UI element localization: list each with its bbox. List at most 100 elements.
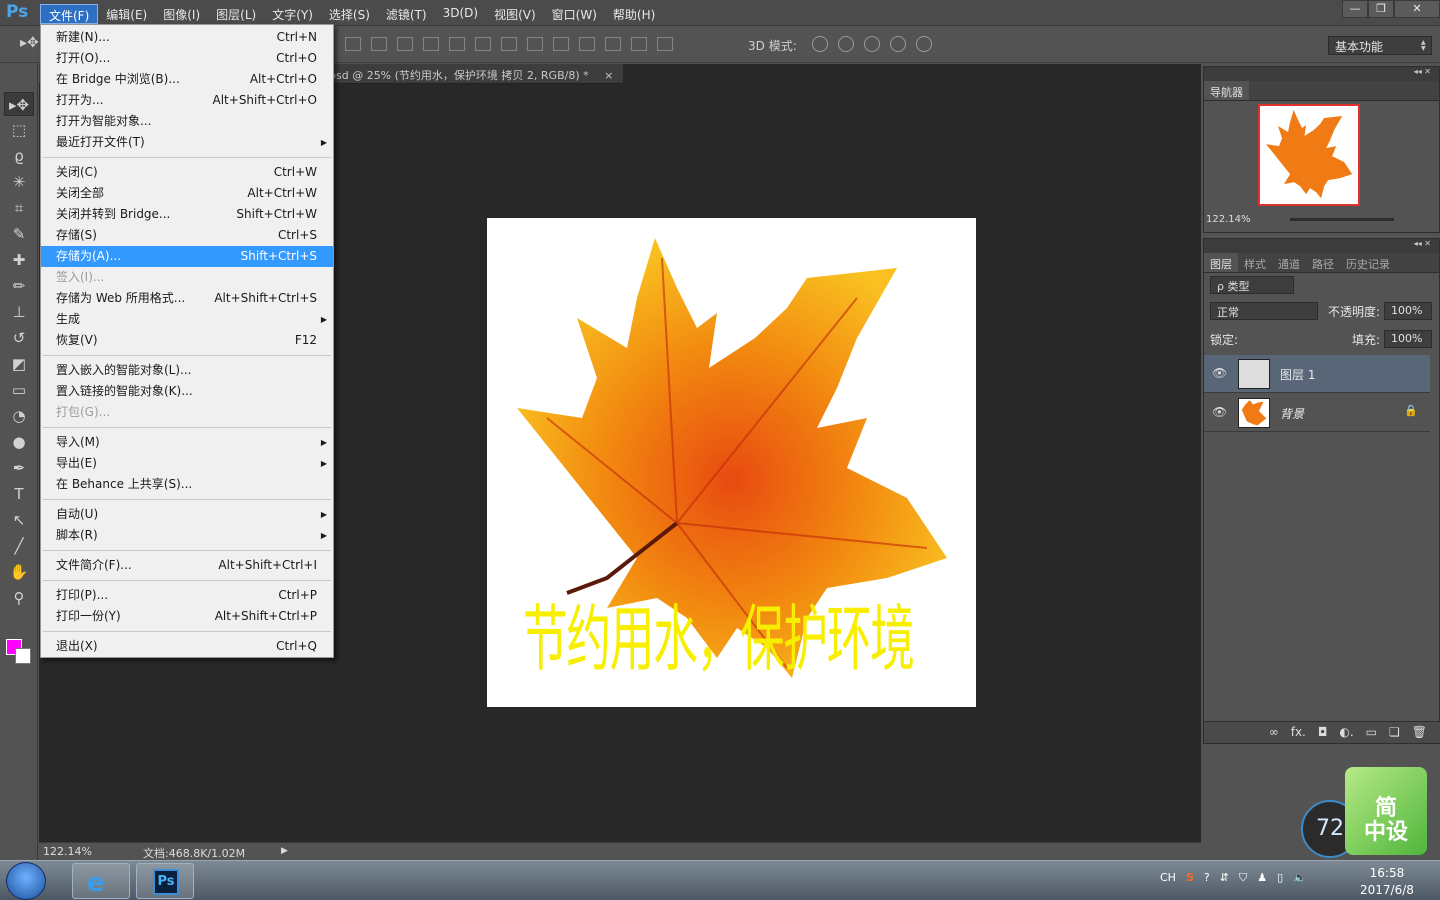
file-menu-item[interactable]: 脚本(R) ▶ xyxy=(41,525,333,546)
3d-scale-icon[interactable] xyxy=(916,36,932,52)
brush-tool[interactable]: ✏ xyxy=(4,274,34,298)
new-layer-icon[interactable]: ❏ xyxy=(1389,725,1400,740)
hand-tool[interactable]: ✋ xyxy=(4,560,34,584)
layer-mask-icon[interactable]: ◘ xyxy=(1318,725,1328,740)
opacity-input[interactable]: 100% xyxy=(1384,302,1432,320)
file-menu-item[interactable]: 存储为 Web 所用格式... Alt+Shift+Ctrl+S xyxy=(41,288,333,309)
file-menu-item[interactable]: 关闭(C) Ctrl+W xyxy=(41,162,333,183)
file-menu-item[interactable]: 在 Bridge 中浏览(B)... Alt+Ctrl+O xyxy=(41,69,333,90)
type-tool[interactable]: T xyxy=(4,482,34,506)
file-menu-item[interactable]: 新建(N)... Ctrl+N xyxy=(41,27,333,48)
qq-icon[interactable]: ♟ xyxy=(1257,871,1267,885)
file-menu-item[interactable]: 文件简介(F)... Alt+Shift+Ctrl+I xyxy=(41,555,333,576)
file-menu-item[interactable]: 置入嵌入的智能对象(L)... xyxy=(41,360,333,381)
align-left-icon[interactable] xyxy=(423,37,439,51)
menu-edit[interactable]: 编辑(E) xyxy=(98,4,155,24)
distribute-hcenter-icon[interactable] xyxy=(605,37,621,51)
file-menu-item[interactable]: 打开为智能对象... xyxy=(41,111,333,132)
taskbar-clock[interactable]: 16:58 2017/6/8 xyxy=(1360,865,1414,899)
document-tab-close-icon[interactable]: × xyxy=(604,69,613,82)
delete-layer-icon[interactable]: 🗑 xyxy=(1412,725,1427,740)
visibility-eye-icon[interactable]: 👁 xyxy=(1212,405,1227,419)
workspace-select[interactable]: 基本功能 xyxy=(1328,36,1432,55)
distribute-right-icon[interactable] xyxy=(631,37,647,51)
lasso-tool[interactable]: ϱ xyxy=(4,144,34,168)
status-menu-arrow-icon[interactable]: ▶ xyxy=(281,846,288,856)
volume-icon[interactable]: 🔈 xyxy=(1293,871,1307,885)
language-indicator[interactable]: CH xyxy=(1160,871,1176,885)
distribute-left-icon[interactable] xyxy=(579,37,595,51)
auto-align-icon[interactable] xyxy=(657,37,673,51)
fill-input[interactable]: 100% xyxy=(1384,330,1432,348)
eraser-tool[interactable]: ◩ xyxy=(4,352,34,376)
distribute-bottom-icon[interactable] xyxy=(553,37,569,51)
crop-tool[interactable]: ⌗ xyxy=(4,196,34,220)
file-menu-item[interactable]: 退出(X) Ctrl+Q xyxy=(41,636,333,657)
layer-row-background[interactable]: 👁 背景 🔒 xyxy=(1204,394,1430,432)
visibility-eye-icon[interactable]: 👁 xyxy=(1212,366,1227,380)
gradient-tool[interactable]: ▭ xyxy=(4,378,34,402)
file-menu-item[interactable]: 生成 ▶ xyxy=(41,309,333,330)
start-button[interactable] xyxy=(6,862,46,900)
align-right-icon[interactable] xyxy=(475,37,491,51)
tab-navigator[interactable]: 导航器 xyxy=(1204,81,1249,100)
clone-stamp-tool[interactable]: ⊥ xyxy=(4,300,34,324)
navigator-zoom-slider[interactable] xyxy=(1290,218,1394,221)
panel-collapse-icon[interactable]: ◂◂ ✕ xyxy=(1204,67,1439,81)
new-group-icon[interactable]: ▭ xyxy=(1366,725,1377,740)
file-menu-item[interactable]: 关闭并转到 Bridge... Shift+Ctrl+W xyxy=(41,204,333,225)
3d-pan-icon[interactable] xyxy=(864,36,880,52)
layer-filter-select[interactable]: ρ 类型 xyxy=(1210,276,1294,294)
canvas[interactable]: 节约用水，保护环境 xyxy=(487,218,976,707)
menu-help[interactable]: 帮助(H) xyxy=(605,4,663,24)
network-transfer-icon[interactable]: ⇵ xyxy=(1220,871,1229,885)
menu-filter[interactable]: 滤镜(T) xyxy=(378,4,435,24)
panel-collapse-icon[interactable]: ◂◂ ✕ xyxy=(1204,239,1439,253)
menu-view[interactable]: 视图(V) xyxy=(486,4,544,24)
tab-paths[interactable]: 路径 xyxy=(1306,253,1340,272)
adjustment-layer-icon[interactable]: ◐. xyxy=(1339,725,1353,740)
navigator-zoom[interactable]: 122.14% xyxy=(1206,214,1251,225)
align-top-icon[interactable] xyxy=(345,37,361,51)
status-zoom[interactable]: 122.14% xyxy=(43,845,92,858)
3d-slide-icon[interactable] xyxy=(890,36,906,52)
file-menu-item[interactable]: 打印(P)... Ctrl+P xyxy=(41,585,333,606)
blur-tool[interactable]: ◔ xyxy=(4,404,34,428)
navigator-thumbnail[interactable] xyxy=(1258,104,1360,206)
pen-tool[interactable]: ✒ xyxy=(4,456,34,480)
file-menu-item[interactable]: 置入链接的智能对象(K)... xyxy=(41,381,333,402)
eyedropper-tool[interactable]: ✎ xyxy=(4,222,34,246)
background-color-swatch[interactable] xyxy=(15,648,31,664)
file-menu-item[interactable]: 自动(U) ▶ xyxy=(41,504,333,525)
taskbar-photoshop[interactable]: Ps xyxy=(136,863,194,899)
distribute-top-icon[interactable] xyxy=(501,37,517,51)
3d-rotate-icon[interactable] xyxy=(812,36,828,52)
file-menu-item[interactable]: 最近打开文件(T) ▶ xyxy=(41,132,333,153)
file-menu-item[interactable]: 恢复(V) F12 xyxy=(41,330,333,351)
file-menu-item[interactable]: 导出(E) ▶ xyxy=(41,453,333,474)
tab-styles[interactable]: 样式 xyxy=(1238,253,1272,272)
menu-select[interactable]: 选择(S) xyxy=(321,4,378,24)
dodge-tool[interactable]: ● xyxy=(4,430,34,454)
align-vcenter-icon[interactable] xyxy=(371,37,387,51)
security-shield-icon[interactable]: ⛉ xyxy=(1239,871,1247,885)
layer-row-1[interactable]: 👁 图层 1 xyxy=(1204,355,1430,393)
move-tool-icon[interactable]: ▸✥ xyxy=(20,35,39,51)
menu-window[interactable]: 窗口(W) xyxy=(544,4,605,24)
menu-image[interactable]: 图像(I) xyxy=(155,4,208,24)
file-menu-item[interactable]: 打开为... Alt+Shift+Ctrl+O xyxy=(41,90,333,111)
healing-brush-tool[interactable]: ✚ xyxy=(4,248,34,272)
menu-type[interactable]: 文字(Y) xyxy=(264,4,321,24)
menu-file[interactable]: 文件(F) xyxy=(40,4,99,24)
history-brush-tool[interactable]: ↺ xyxy=(4,326,34,350)
path-selection-tool[interactable]: ↖ xyxy=(4,508,34,532)
file-menu-item[interactable]: 存储(S) Ctrl+S xyxy=(41,225,333,246)
move-tool[interactable]: ▸✥ xyxy=(4,92,34,116)
file-menu-item[interactable]: 在 Behance 上共享(S)... xyxy=(41,474,333,495)
line-tool[interactable]: ╱ xyxy=(4,534,34,558)
minimize-button[interactable]: — xyxy=(1342,0,1368,18)
tab-history[interactable]: 历史记录 xyxy=(1340,253,1396,272)
file-menu-item[interactable]: 打印一份(Y) Alt+Shift+Ctrl+P xyxy=(41,606,333,627)
taskbar-ie[interactable]: e xyxy=(72,863,130,899)
sogou-icon[interactable]: S xyxy=(1186,871,1194,885)
